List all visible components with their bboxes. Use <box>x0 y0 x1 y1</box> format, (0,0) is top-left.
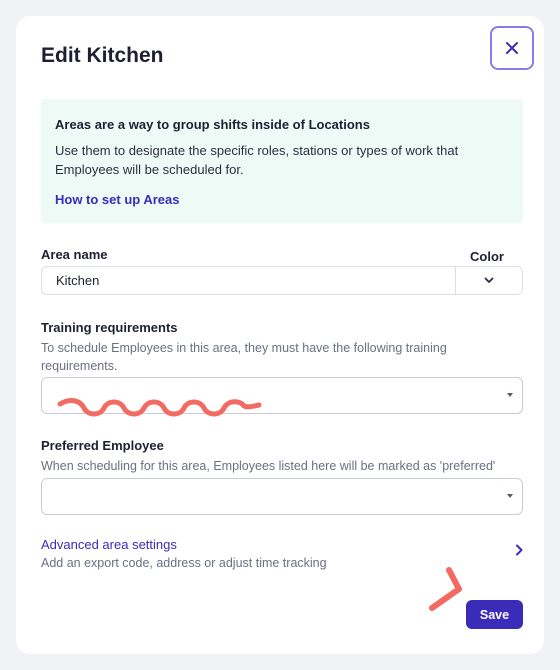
chevron-down-icon <box>484 277 494 283</box>
advanced-area-settings[interactable]: Advanced area settings Add an export cod… <box>41 534 523 574</box>
preferred-employee-label: Preferred Employee <box>41 438 164 453</box>
preferred-employee-help: When scheduling for this area, Employees… <box>41 459 496 473</box>
edit-area-modal: Edit Kitchen Areas are a way to group sh… <box>16 16 544 654</box>
save-button[interactable]: Save <box>466 600 523 629</box>
info-text: Use them to designate the specific roles… <box>55 143 459 177</box>
training-requirements-help: To schedule Employees in this area, they… <box>41 341 447 373</box>
caret-down-icon <box>507 494 513 498</box>
info-heading: Areas are a way to group shifts inside o… <box>55 117 370 132</box>
preferred-employee-select[interactable] <box>41 478 523 515</box>
color-select[interactable] <box>455 266 523 295</box>
training-requirements-label: Training requirements <box>41 320 178 335</box>
how-to-setup-areas-link[interactable]: How to set up Areas <box>55 192 179 207</box>
chevron-right-icon <box>516 544 523 556</box>
close-button[interactable] <box>490 26 534 70</box>
info-box: Areas are a way to group shifts inside o… <box>41 99 523 223</box>
area-name-input[interactable] <box>41 266 455 295</box>
training-requirements-select[interactable] <box>41 377 523 414</box>
modal-title: Edit Kitchen <box>41 44 164 67</box>
advanced-area-settings-title: Advanced area settings <box>41 537 177 552</box>
close-icon <box>506 42 518 54</box>
area-name-label: Area name <box>41 247 108 262</box>
caret-down-icon <box>507 393 513 397</box>
advanced-area-settings-subtitle: Add an export code, address or adjust ti… <box>41 556 327 570</box>
color-label: Color <box>470 249 504 264</box>
